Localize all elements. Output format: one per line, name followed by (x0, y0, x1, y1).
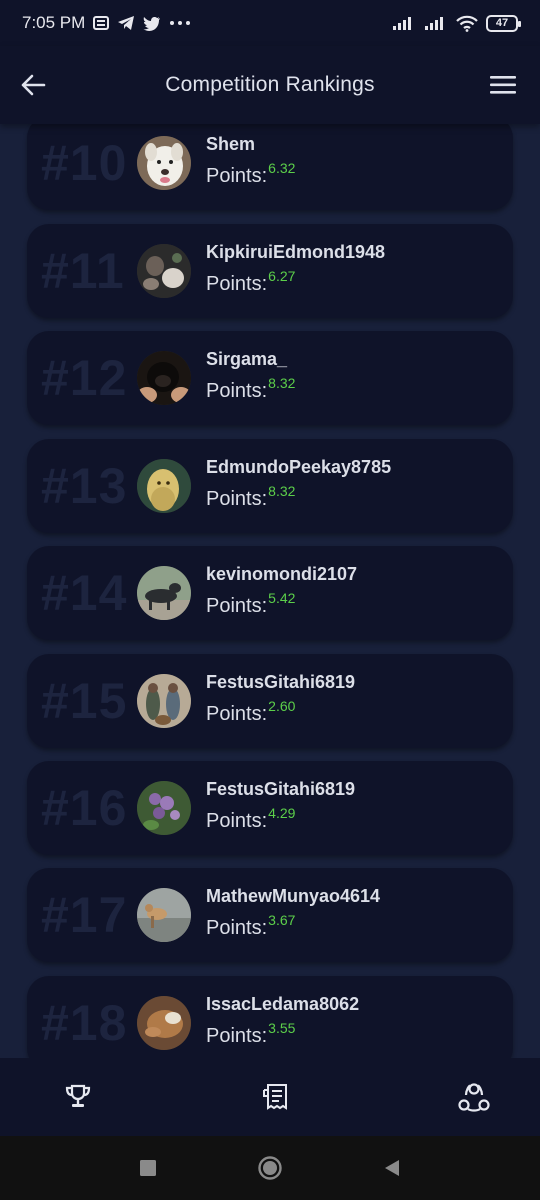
back-triangle-icon (385, 1160, 399, 1176)
points-label: Points: (206, 810, 268, 832)
points-value: 6.32 (268, 160, 296, 176)
ranking-card[interactable]: #15 FestusGitahi6819 Points:2.60 (27, 654, 513, 748)
more-dots-icon (169, 20, 191, 26)
nav-rankings-button[interactable] (60, 1079, 96, 1115)
hamburger-icon (490, 76, 516, 94)
username: Sirgama_ (206, 349, 288, 369)
rank-number: #18 (41, 995, 128, 1051)
nav-community-button[interactable] (456, 1079, 492, 1115)
points-label: Points: (206, 380, 268, 402)
ranking-card[interactable]: #13 EdmundoPeekay8785 Points:8.32 (27, 439, 513, 533)
rank-number: #12 (41, 350, 128, 406)
receipt-icon (263, 1084, 287, 1110)
back-button[interactable] (18, 70, 48, 100)
username: EdmundoPeekay8785 (206, 457, 392, 477)
username: MathewMunyao4614 (206, 886, 381, 906)
avatar (137, 244, 191, 298)
recents-button[interactable] (133, 1153, 163, 1183)
avatar (137, 566, 191, 620)
telegram-icon (117, 15, 135, 31)
trophy-icon (65, 1084, 91, 1107)
rank-number: #16 (41, 780, 128, 836)
points-label: Points: (206, 703, 268, 725)
points-line: Points:6.32 (206, 160, 295, 188)
username: FestusGitahi6819 (206, 779, 356, 799)
points-value: 4.29 (268, 805, 296, 821)
points-label: Points: (206, 273, 268, 295)
home-button[interactable] (255, 1153, 285, 1183)
wifi-icon (456, 15, 478, 32)
points-line: Points:2.60 (206, 698, 295, 726)
system-back-button[interactable] (377, 1153, 407, 1183)
app-bar: Competition Rankings (0, 46, 540, 124)
ranking-card[interactable]: #18 IssacLedama8062 Points:3.55 (27, 976, 513, 1058)
username: kevinomondi2107 (206, 564, 358, 584)
rank-number: #10 (41, 135, 128, 191)
avatar (137, 136, 191, 190)
avatar (137, 674, 191, 728)
points-label: Points: (206, 917, 268, 939)
ranking-card[interactable]: #17 MathewMunyao4614 Points:3.67 (27, 868, 513, 962)
status-bar: 7:05 PM 47 (0, 0, 540, 46)
home-icon (258, 1156, 282, 1180)
points-label: Points: (206, 165, 268, 187)
rank-number: #17 (41, 887, 128, 943)
username: KipkiruiEdmond1948 (206, 242, 386, 262)
points-label: Points: (206, 595, 268, 617)
ranking-card[interactable]: #10 Shem Points:6.32 (27, 124, 513, 210)
page-title: Competition Rankings (165, 73, 375, 96)
points-value: 8.32 (268, 375, 296, 391)
points-value: 3.55 (268, 1020, 296, 1036)
rank-number: #15 (41, 673, 128, 729)
points-value: 6.27 (268, 268, 296, 284)
system-nav-bar (0, 1136, 540, 1200)
points-line: Points:6.27 (206, 268, 295, 296)
rank-number: #13 (41, 458, 128, 514)
points-value: 5.42 (268, 590, 296, 606)
points-line: Points:3.67 (206, 912, 295, 940)
battery-icon: 47 (486, 14, 521, 32)
rank-number: #14 (41, 565, 128, 621)
ranking-card[interactable]: #14 kevinomondi2107 Points:5.42 (27, 546, 513, 640)
points-value: 2.60 (268, 698, 296, 714)
ranking-card[interactable]: #11 KipkiruiEdmond1948 Points:6.27 (27, 224, 513, 318)
points-label: Points: (206, 1025, 268, 1047)
points-line: Points:8.32 (206, 483, 295, 511)
points-line: Points:3.55 (206, 1020, 295, 1048)
points-label: Points: (206, 488, 268, 510)
ranking-card[interactable]: #16 FestusGitahi6819 Points:4.29 (27, 761, 513, 855)
points-line: Points:8.32 (206, 375, 295, 403)
avatar (137, 781, 191, 835)
points-line: Points:4.29 (206, 805, 295, 833)
recents-icon (140, 1160, 156, 1176)
menu-button[interactable] (488, 70, 518, 100)
twitter-icon (143, 16, 161, 31)
rankings-list[interactable]: #10 Shem Points:6.32 #11 KipkiruiEdmond1… (0, 124, 540, 1058)
screen: 7:05 PM 47 Competition Rankings #10 Shem… (0, 0, 540, 1200)
avatar (137, 888, 191, 942)
avatar (137, 351, 191, 405)
username: FestusGitahi6819 (206, 672, 356, 692)
news-icon (93, 16, 110, 30)
avatar (137, 459, 191, 513)
username: IssacLedama8062 (206, 994, 360, 1014)
signal-icon (392, 15, 416, 31)
signal-icon-2 (424, 15, 448, 31)
points-line: Points:5.42 (206, 590, 295, 618)
avatar (137, 996, 191, 1050)
points-value: 8.32 (268, 483, 296, 499)
points-value: 3.67 (268, 912, 296, 928)
status-time: 7:05 PM (22, 13, 86, 32)
community-icon (458, 1083, 490, 1112)
bottom-nav (0, 1058, 540, 1136)
rank-number: #11 (41, 243, 125, 299)
username: Shem (206, 134, 256, 154)
nav-receipt-button[interactable] (258, 1079, 294, 1115)
arrow-left-icon (21, 74, 46, 96)
ranking-card[interactable]: #12 Sirgama_ Points:8.32 (27, 331, 513, 425)
